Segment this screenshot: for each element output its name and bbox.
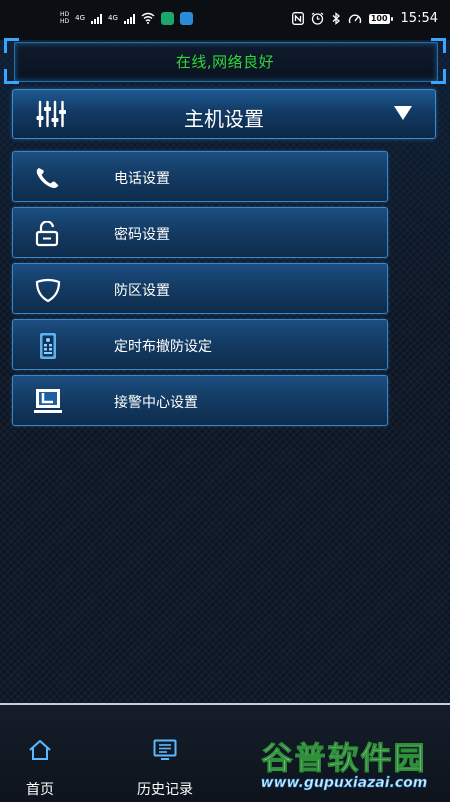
- network-type-2: 4G: [108, 14, 118, 22]
- hd-bottom: HD: [60, 18, 70, 25]
- menu-item-alarm-center-settings[interactable]: 接警中心设置: [12, 375, 388, 426]
- signal-2-icon: [123, 13, 135, 24]
- watermark-url: www.gupuxiazai.com: [260, 775, 428, 792]
- host-settings-title: 主机设置: [184, 107, 264, 131]
- hd-indicator: HD HD: [60, 11, 69, 25]
- nav-label-history: 历史记录: [137, 782, 193, 798]
- app-notification-icon-2: [179, 11, 193, 25]
- menu-item-zone-settings[interactable]: 防区设置: [12, 263, 388, 314]
- phone-icon: [36, 168, 59, 189]
- clock: 15:54: [400, 11, 438, 26]
- settings-menu: 电话设置 密码设置 防区设置 定时布撤防设定 接警中心设置: [12, 151, 388, 431]
- monitor-icon: [34, 389, 62, 413]
- app-notification-icon: [160, 11, 174, 25]
- menu-item-label: 定时布撤防设定: [114, 339, 212, 355]
- host-settings-header[interactable]: 主机设置: [12, 89, 436, 139]
- status-left: HD HD 4G 4G: [60, 11, 193, 25]
- signal-1-icon: [91, 13, 103, 24]
- nav-item-home[interactable]: 首页: [0, 705, 85, 800]
- unlock-icon: [35, 221, 59, 247]
- triangle-down-icon[interactable]: [393, 105, 413, 121]
- battery-indicator: 100: [368, 13, 393, 24]
- hd-top: HD: [60, 11, 70, 18]
- nfc-icon: [291, 12, 304, 25]
- nav-item-history[interactable]: 历史记录: [120, 705, 210, 800]
- menu-item-label: 密码设置: [114, 227, 170, 243]
- connection-status-text: 在线,网络良好: [175, 53, 275, 71]
- speed-icon: [348, 14, 362, 23]
- status-bar: HD HD 4G 4G 100 15:54: [0, 0, 450, 40]
- menu-item-schedule-arm-settings[interactable]: 定时布撤防设定: [12, 319, 388, 370]
- menu-item-password-settings[interactable]: 密码设置: [12, 207, 388, 258]
- menu-item-label: 电话设置: [114, 171, 170, 187]
- alarm-icon: [311, 12, 324, 25]
- network-type-1: 4G: [75, 14, 86, 22]
- bluetooth-icon: [332, 12, 340, 25]
- wifi-icon: [141, 12, 155, 24]
- status-right: 100 15:54: [291, 11, 438, 26]
- watermark-title: 谷普软件园: [261, 741, 427, 778]
- menu-item-phone-settings[interactable]: 电话设置: [12, 151, 388, 202]
- remote-icon: [40, 333, 56, 359]
- menu-item-label: 防区设置: [114, 283, 170, 299]
- history-icon: [153, 739, 177, 760]
- home-icon: [29, 740, 51, 760]
- menu-item-label: 接警中心设置: [114, 395, 198, 411]
- nav-label-home: 首页: [26, 782, 54, 798]
- shield-icon: [35, 278, 61, 303]
- site-watermark: 谷普软件园 www.gupuxiazai.com: [246, 733, 442, 799]
- connection-banner: 在线,网络良好: [4, 38, 446, 84]
